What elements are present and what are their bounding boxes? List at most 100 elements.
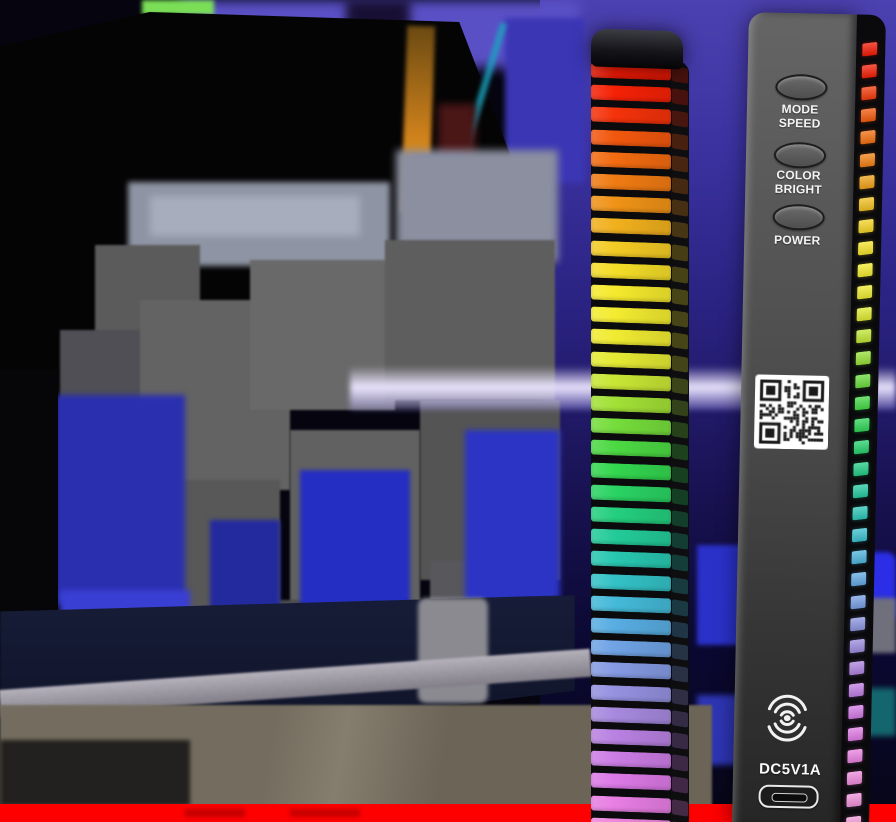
led-segment-side — [672, 577, 688, 595]
led-segment — [591, 662, 671, 680]
led-segment — [591, 595, 671, 613]
led-segment-side — [672, 177, 688, 195]
led-segment — [591, 795, 671, 813]
led-segment-side — [672, 754, 688, 772]
led-segment-side — [672, 777, 688, 795]
led-segment-side — [672, 444, 688, 462]
led-segment-side — [672, 310, 688, 328]
led-segment — [591, 129, 671, 147]
led-segment-end — [858, 219, 873, 234]
led-segment — [591, 817, 671, 822]
usb-c-slot — [771, 793, 807, 803]
led-segment — [591, 551, 671, 569]
led-segment — [591, 706, 671, 724]
led-segment-end — [855, 373, 870, 388]
led-segment-side — [672, 643, 688, 661]
qr-code-icon — [754, 374, 830, 450]
led-segment — [591, 218, 671, 236]
led-segment-side — [672, 88, 688, 106]
led-segment-end — [857, 263, 872, 278]
led-bar-back: MODE SPEED COLOR BRIGHT POWER — [732, 12, 886, 822]
bar-top-cap — [591, 28, 683, 69]
port-label: DC5V1A — [747, 760, 833, 779]
led-segment-side — [672, 688, 688, 706]
led-segment-end — [851, 594, 866, 609]
led-segment — [591, 240, 671, 258]
led-segment-side — [672, 666, 688, 684]
led-segment-side — [672, 555, 688, 573]
color-bright-label: COLOR BRIGHT — [765, 169, 832, 198]
led-segment-end — [850, 616, 865, 631]
led-segment-side — [672, 599, 688, 617]
led-segment-side — [672, 399, 688, 417]
led-segment — [591, 506, 671, 524]
led-segment — [591, 573, 671, 591]
led-segment-side — [672, 133, 688, 151]
led-segment-end — [857, 285, 872, 300]
led-segment — [591, 262, 671, 280]
power-button — [772, 204, 825, 231]
led-segment — [591, 196, 671, 214]
banner-smudge — [290, 809, 360, 817]
mode-speed-label: MODE SPEED — [767, 103, 834, 132]
led-segment-side — [672, 532, 688, 550]
background-block — [0, 740, 190, 806]
back-panel: MODE SPEED COLOR BRIGHT POWER — [732, 12, 857, 822]
product-photo: MODE SPEED COLOR BRIGHT POWER — [0, 0, 896, 822]
led-segment-end — [849, 683, 864, 698]
led-segment — [591, 773, 671, 791]
color-bright-button — [774, 142, 827, 169]
led-segment — [591, 617, 671, 635]
led-segment-end — [854, 440, 869, 455]
led-segment — [591, 85, 671, 103]
led-segment-end — [848, 705, 863, 720]
banner-smudge — [185, 809, 245, 817]
led-segment-side — [672, 510, 688, 528]
led-segment — [591, 640, 671, 658]
censor-block — [60, 330, 145, 405]
led-segment-end — [852, 528, 867, 543]
power-label: POWER — [764, 234, 830, 249]
led-segment-side — [672, 355, 688, 373]
led-segment-end — [857, 307, 872, 322]
led-segment-end — [859, 174, 874, 189]
sound-pickup-icon — [762, 685, 813, 752]
led-segment-end — [861, 108, 876, 123]
led-segment — [591, 462, 671, 480]
led-segment-side — [672, 244, 688, 262]
led-segment-end — [862, 64, 877, 79]
led-segment-side — [672, 377, 688, 395]
led-segment-end — [862, 42, 877, 57]
led-segment-side — [672, 488, 688, 506]
led-segment-end — [856, 351, 871, 366]
led-segment — [591, 173, 671, 191]
led-segment-side — [672, 621, 688, 639]
led-segment — [591, 151, 671, 169]
led-segment-side — [672, 266, 688, 284]
bar-side-face — [671, 60, 689, 822]
led-segment-end — [848, 727, 863, 742]
led-segment-end — [855, 395, 870, 410]
led-segment — [591, 418, 671, 436]
led-segment — [591, 484, 671, 502]
led-segment-side — [672, 222, 688, 240]
led-segment — [591, 329, 671, 347]
led-segment-end — [846, 793, 861, 808]
mode-speed-button — [775, 74, 828, 101]
led-segment-side — [672, 155, 688, 173]
led-segment — [591, 529, 671, 547]
led-segment — [591, 307, 671, 325]
led-segment — [591, 751, 671, 769]
led-segment-end — [858, 241, 873, 256]
usb-c-port-icon — [758, 785, 818, 809]
led-segment-end — [852, 506, 867, 521]
led-segment-end — [851, 572, 866, 587]
led-segment-side — [672, 466, 688, 484]
led-segment-end — [856, 329, 871, 344]
led-segment-end — [853, 462, 868, 477]
led-segment-end — [847, 749, 862, 764]
led-segments-front — [591, 58, 671, 822]
led-segment — [591, 440, 671, 458]
led-segment — [591, 284, 671, 302]
led-segment — [591, 684, 671, 702]
